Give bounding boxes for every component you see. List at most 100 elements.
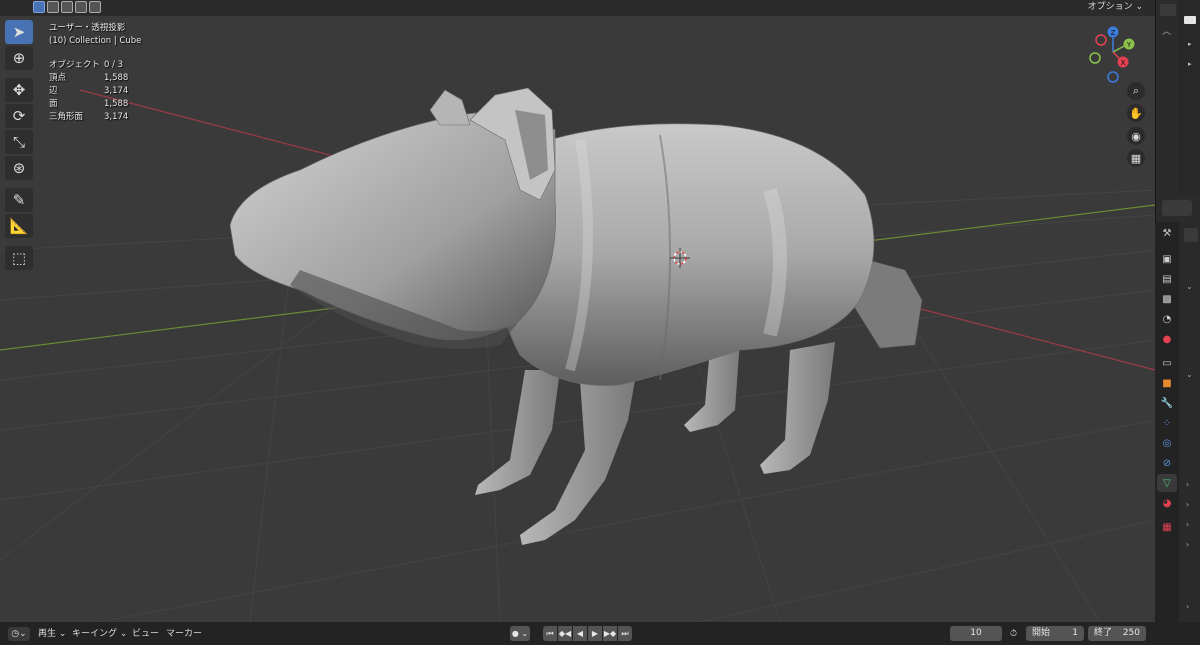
mesh-triangle-icon: ▽	[1163, 477, 1171, 489]
data-tab[interactable]: ▽	[1157, 474, 1177, 492]
properties-editor-type-icon[interactable]	[1162, 200, 1192, 216]
object-tab[interactable]: ■	[1157, 374, 1177, 392]
collection-icon	[1184, 16, 1196, 24]
expand-arrow-icon[interactable]: ▸	[1188, 40, 1192, 48]
perspective-toggle-button[interactable]: ▦	[1127, 149, 1145, 167]
panel-collapse-icon[interactable]: ⌄	[1186, 370, 1193, 379]
options-dropdown[interactable]: オプション ⌄	[1081, 0, 1149, 14]
orbit-icon: ◎	[1162, 437, 1172, 449]
stat-row: 頂点 1,588	[49, 73, 129, 83]
pan-button[interactable]: ✋	[1127, 104, 1145, 122]
render-tab[interactable]: ▣	[1157, 250, 1177, 268]
scale-tool[interactable]: ⤡	[5, 130, 33, 154]
scale-icon: ⤡	[12, 133, 25, 151]
expand-arrow-icon[interactable]: ▸	[1188, 60, 1192, 68]
collection-tab[interactable]: ▭	[1157, 354, 1177, 372]
current-frame-field[interactable]: 10	[950, 626, 1002, 641]
move-tool[interactable]: ✥	[5, 78, 33, 102]
auto-keying-toggle[interactable]: ● ⌄	[510, 626, 530, 641]
keying-menu[interactable]: キーイング ⌄	[72, 627, 127, 641]
panel-expand-icon[interactable]: ›	[1186, 602, 1189, 611]
svg-text:Y: Y	[1126, 41, 1132, 49]
printer-icon: ▤	[1162, 273, 1172, 285]
properties-content: ⌄ ⌄ › › › › ›	[1180, 222, 1200, 622]
world-tab[interactable]: ●	[1157, 330, 1177, 348]
ruler-icon: 📐	[9, 217, 29, 235]
view-menu[interactable]: ビュー	[132, 627, 159, 641]
transform-tool[interactable]: ⊛	[5, 156, 33, 180]
marker-menu[interactable]: マーカー	[166, 627, 202, 641]
wrench-icon: 🔧	[1160, 397, 1174, 409]
material-tab[interactable]: ◕	[1157, 494, 1177, 512]
crosshair-icon: ⊕	[12, 49, 26, 67]
tool-tab[interactable]: ⚒	[1157, 224, 1177, 242]
panel-expand-icon[interactable]: ›	[1186, 540, 1189, 549]
texture-tab[interactable]: ▦	[1157, 518, 1177, 536]
rotate-icon: ⟳	[12, 107, 26, 125]
select-mode-subtract-icon[interactable]	[61, 1, 73, 13]
select-mode-intersect-icon[interactable]	[89, 1, 101, 13]
preview-range-toggle[interactable]: ⏱	[1010, 627, 1022, 641]
measure-tool[interactable]: 📐	[5, 214, 33, 238]
panel-expand-icon[interactable]: ›	[1186, 520, 1189, 529]
frame-start-field[interactable]: 開始 1	[1026, 626, 1084, 641]
panel-collapse-icon[interactable]: ⌄	[1186, 282, 1193, 291]
select-mode-new-icon[interactable]	[33, 1, 45, 13]
physics-tab[interactable]: ◎	[1157, 434, 1177, 452]
annotate-tool[interactable]: ✎	[5, 188, 33, 212]
select-box-tool[interactable]: ➤	[5, 20, 33, 44]
camera-back-icon: ▣	[1162, 253, 1172, 265]
output-tab[interactable]: ▤	[1157, 270, 1177, 288]
skip-end-icon: ⏭	[621, 629, 629, 638]
pencil-icon: ✎	[12, 191, 26, 209]
editor-type-dropdown[interactable]: ◷⌄	[8, 627, 30, 641]
viewport-stats-overlay: ユーザー・透視投影 (10) Collection | Cube オブジェクト 0…	[49, 22, 141, 124]
rotate-tool[interactable]: ⟳	[5, 104, 33, 128]
modifier-tab[interactable]: 🔧	[1157, 394, 1177, 412]
globe-icon: ●	[1162, 333, 1172, 345]
clock-icon: ◷⌄	[11, 629, 27, 639]
3d-viewport[interactable]: オプション ⌄ ➤ ⊕ ✥ ⟳ ⤡ ⊛ ✎ 📐 ⬚ ユーザー・透視投影 (10)…	[0, 0, 1155, 622]
jump-to-keyframe-prev-button[interactable]: ◆◀	[558, 626, 572, 641]
play-reverse-button[interactable]: ◀	[573, 626, 587, 641]
playback-menu[interactable]: 再生 ⌄	[38, 627, 66, 641]
viewport-scene	[0, 87, 1155, 622]
play-button[interactable]: ▶	[588, 626, 602, 641]
skip-start-icon: ⏮	[546, 629, 554, 638]
frame-end-field[interactable]: 終了 250	[1088, 626, 1146, 641]
prev-keyframe-icon: ◆◀	[558, 629, 572, 638]
outliner[interactable]: ▸ ▸	[1178, 0, 1200, 195]
select-mode-invert-icon[interactable]	[75, 1, 87, 13]
jump-to-keyframe-next-button[interactable]: ▶◆	[603, 626, 617, 641]
scene-tab[interactable]: ◔	[1157, 310, 1177, 328]
panel-expand-icon[interactable]: ›	[1186, 480, 1189, 489]
tool-shelf: ➤ ⊕ ✥ ⟳ ⤡ ⊛ ✎ 📐 ⬚	[5, 20, 35, 272]
properties-tabs: ⚒ ▣ ▤ ▩ ◔ ● ▭ ■ 🔧 ⁘ ◎ ⊘ ▽ ◕ ▦	[1155, 222, 1179, 622]
constraints-tab[interactable]: ⊘	[1157, 454, 1177, 472]
scene-icon: ◔	[1162, 313, 1172, 325]
add-cube-icon: ⬚	[11, 249, 27, 267]
wrench-screwdriver-icon: ⚒	[1162, 227, 1172, 239]
particles-tab[interactable]: ⁘	[1157, 414, 1177, 432]
jump-to-start-button[interactable]: ⏮	[543, 626, 557, 641]
view-layer-tab[interactable]: ▩	[1157, 290, 1177, 308]
pin-icon[interactable]	[1184, 228, 1198, 242]
editor-type-icon[interactable]	[1160, 4, 1176, 16]
link-icon: ⊘	[1162, 457, 1172, 469]
timeline-header: ◷⌄ 再生 ⌄ キーイング ⌄ ビュー マーカー ● ⌄ ⏮ ◆◀ ◀ ▶ ▶◆…	[0, 622, 1200, 645]
view-name: ユーザー・透視投影	[49, 23, 126, 33]
cursor-tool[interactable]: ⊕	[5, 46, 33, 70]
transform-icon: ⊛	[12, 159, 26, 177]
play-reverse-icon: ◀	[576, 629, 584, 638]
panel-expand-icon[interactable]: ›	[1186, 500, 1189, 509]
add-cube-tool[interactable]: ⬚	[5, 246, 33, 270]
play-icon: ▶	[591, 629, 599, 638]
next-keyframe-icon: ▶◆	[603, 629, 617, 638]
select-mode-extend-icon[interactable]	[47, 1, 59, 13]
zoom-button[interactable]: ⌕	[1127, 82, 1145, 100]
checker-icon: ▦	[1162, 521, 1172, 533]
scroll-up-icon[interactable]: ︿	[1162, 24, 1171, 37]
jump-to-end-button[interactable]: ⏭	[618, 626, 632, 641]
camera-view-button[interactable]: ◉	[1127, 127, 1145, 145]
stat-row: 辺 3,174	[49, 86, 129, 96]
